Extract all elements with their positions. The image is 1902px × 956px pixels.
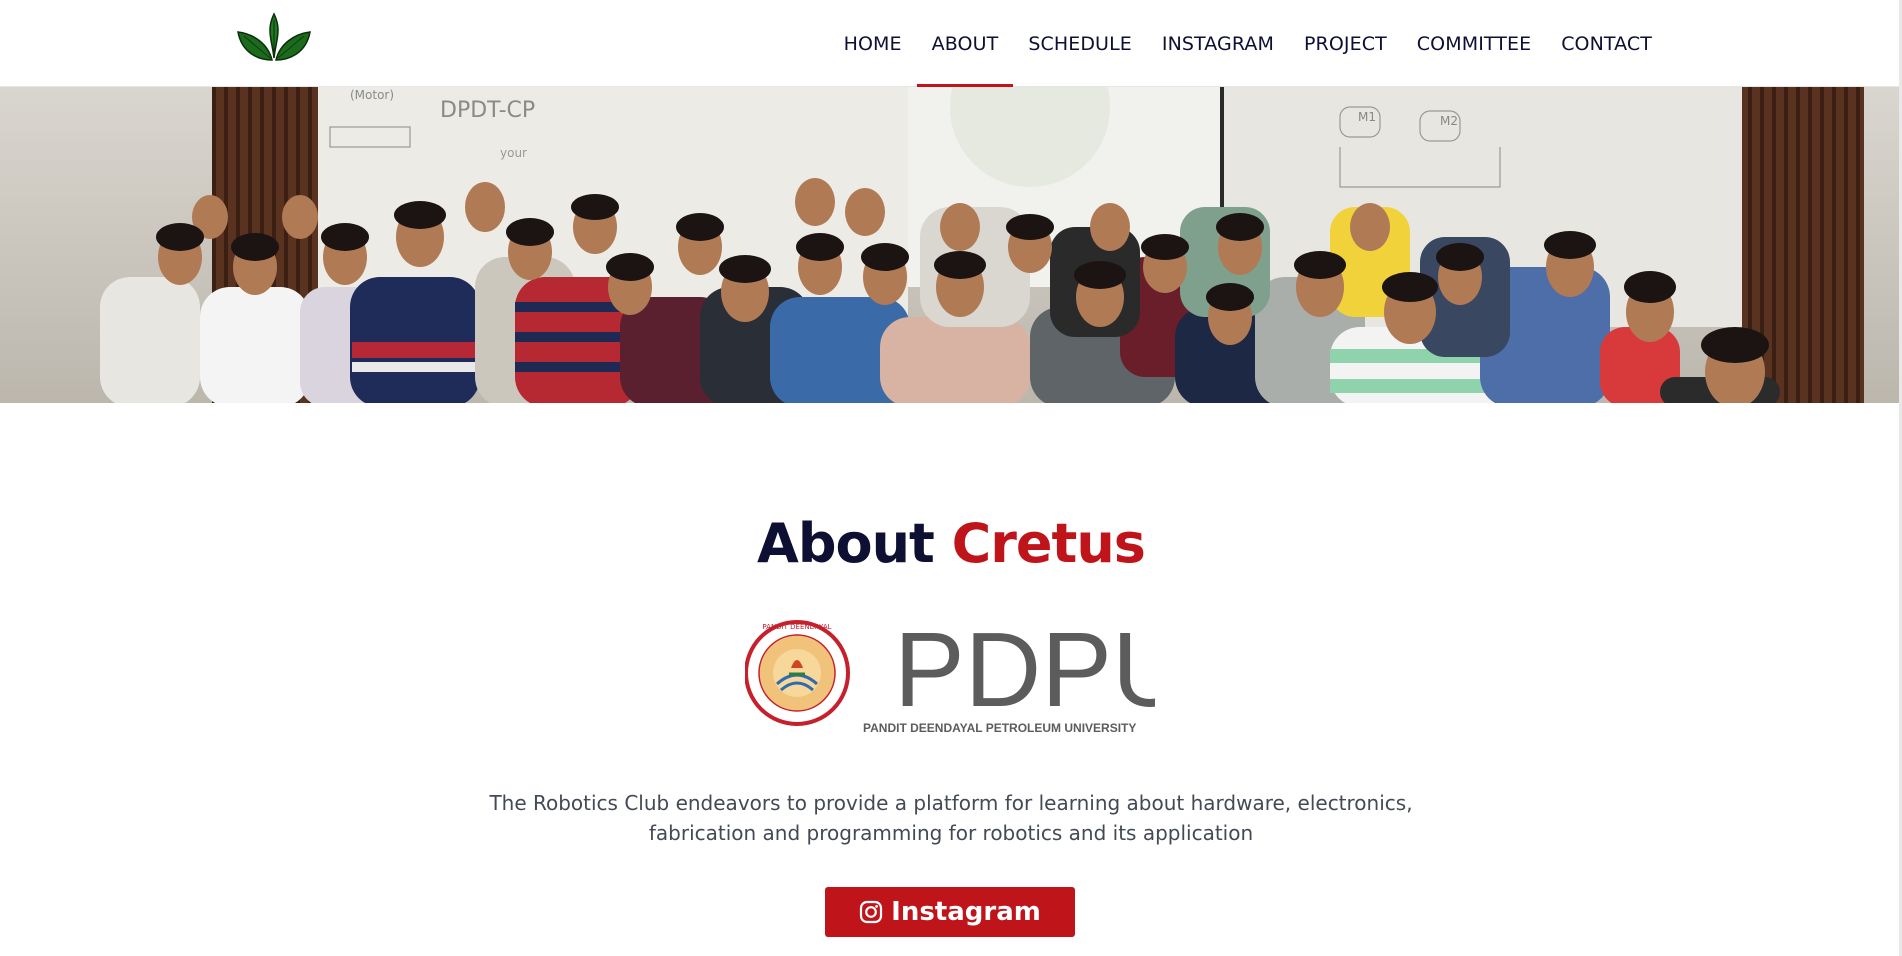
nav-project[interactable]: PROJECT	[1289, 0, 1402, 87]
leaf-sprout-icon[interactable]	[236, 10, 312, 62]
pdpu-wordmark: PDPU	[894, 618, 1155, 729]
nav-home[interactable]: HOME	[829, 0, 917, 87]
board-text-m1: M1	[1358, 110, 1376, 124]
about-description-line1: The Robotics Club endeavors to provide a…	[489, 791, 1413, 815]
site-header: HOME ABOUT SCHEDULE INSTAGRAM PROJECT CO…	[0, 0, 1902, 88]
nav-committee[interactable]: COMMITTEE	[1402, 0, 1546, 87]
about-title-word: About	[757, 512, 935, 575]
main-nav: HOME ABOUT SCHEDULE INSTAGRAM PROJECT CO…	[829, 0, 1667, 88]
instagram-icon	[860, 900, 883, 924]
about-description: The Robotics Club endeavors to provide a…	[451, 788, 1451, 848]
nav-schedule[interactable]: SCHEDULE	[1013, 0, 1147, 87]
page: HOME ABOUT SCHEDULE INSTAGRAM PROJECT CO…	[0, 0, 1902, 956]
board-text-dpdt: DPDT-CP	[440, 98, 535, 123]
about-title-brand: Cretus	[951, 512, 1146, 575]
hero-group-photo: DPDT-CP (Motor) your M1 M2	[0, 87, 1902, 403]
nav-contact[interactable]: CONTACT	[1546, 0, 1667, 87]
nav-instagram[interactable]: INSTAGRAM	[1147, 0, 1289, 87]
about-description-line2: fabrication and programming for robotics…	[648, 821, 1254, 845]
board-text-your: your	[500, 146, 527, 160]
board-text-motor: (Motor)	[350, 88, 394, 102]
pdpu-subtitle: PANDIT DEENDAYAL PETROLEUM UNIVERSITY	[863, 721, 1136, 735]
instagram-button[interactable]: Instagram	[825, 887, 1075, 937]
seal-text: PANDIT DEENDAYAL	[762, 623, 831, 631]
nav-about[interactable]: ABOUT	[916, 0, 1014, 88]
group-photo-image: DPDT-CP (Motor) your M1 M2	[0, 87, 1902, 403]
pdpu-logo: PANDIT DEENDAYAL PDPU PANDIT DEENDAYAL P…	[745, 618, 1155, 735]
board-text-m2: M2	[1440, 114, 1458, 128]
about-title: About Cretus	[0, 512, 1902, 575]
instagram-button-label: Instagram	[891, 897, 1041, 927]
